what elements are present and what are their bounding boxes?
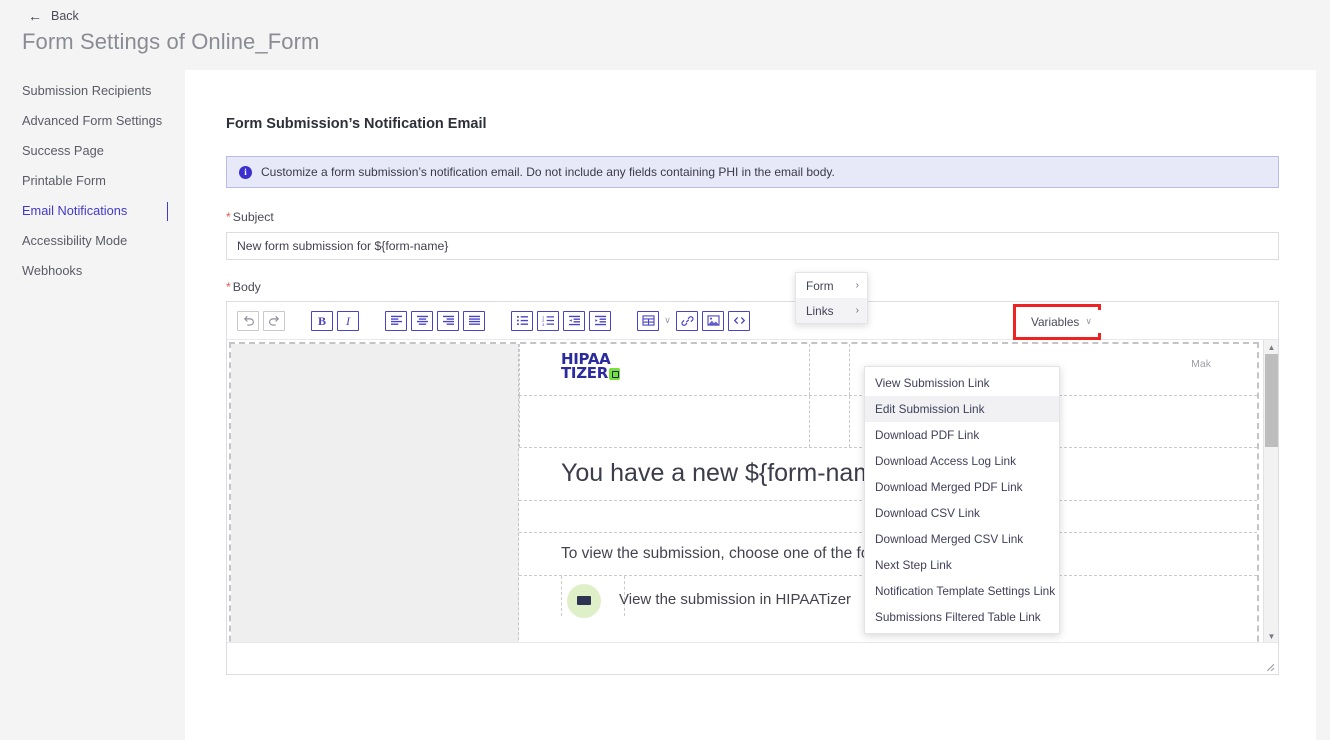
sidebar-item-submission-recipients[interactable]: Submission Recipients: [0, 76, 185, 106]
chevron-right-icon: ›: [856, 280, 859, 291]
links-menu-item-notification-template-settings-link[interactable]: Notification Template Settings Link: [865, 578, 1059, 604]
editor-status-bar: [227, 642, 1278, 674]
links-menu-item-submissions-filtered-table-link[interactable]: Submissions Filtered Table Link: [865, 604, 1059, 630]
links-menu-item-download-merged-pdf-link[interactable]: Download Merged PDF Link: [865, 474, 1059, 500]
links-menu-item-download-merged-csv-link[interactable]: Download Merged CSV Link: [865, 526, 1059, 552]
email-bullet-text: View the submission in HIPAATizer: [619, 591, 851, 608]
resize-handle[interactable]: [1264, 661, 1275, 672]
variables-button[interactable]: Variables ∨: [1022, 310, 1101, 333]
links-submenu: View Submission Link Edit Submission Lin…: [864, 366, 1060, 634]
view-icon: [577, 596, 591, 605]
scroll-down-icon[interactable]: ▼: [1264, 629, 1279, 643]
svg-text:3: 3: [542, 323, 544, 326]
chevron-right-icon: ›: [856, 305, 859, 316]
bold-glyph: B: [318, 315, 326, 327]
section-title: Form Submission’s Notification Email: [226, 116, 487, 132]
links-menu-item-next-step-link[interactable]: Next Step Link: [865, 552, 1059, 578]
page-header: ← Back Form Settings of Online_Form: [0, 0, 1330, 64]
hipaatizer-logo: HIPAA TIZER: [561, 352, 620, 380]
bullet-list-icon[interactable]: [511, 311, 533, 331]
variables-menu-item-links-label: Links: [806, 304, 834, 318]
scroll-up-icon[interactable]: ▲: [1264, 340, 1279, 354]
sidebar-item-success-page[interactable]: Success Page: [0, 136, 185, 166]
numbered-list-icon[interactable]: 123: [537, 311, 559, 331]
italic-icon[interactable]: I: [337, 311, 359, 331]
table-icon[interactable]: [637, 311, 659, 331]
back-arrow-icon: ←: [28, 9, 42, 23]
code-icon[interactable]: [728, 311, 750, 331]
body-label: *Body: [226, 280, 261, 294]
sidebar-item-advanced-form-settings[interactable]: Advanced Form Settings: [0, 106, 185, 136]
variables-menu-item-links[interactable]: Links ›: [796, 298, 867, 323]
outdent-icon[interactable]: [563, 311, 585, 331]
info-icon: i: [239, 166, 252, 179]
sidebar-item-webhooks[interactable]: Webhooks: [0, 256, 185, 286]
align-left-icon[interactable]: [385, 311, 407, 331]
variables-menu-item-form[interactable]: Form ›: [796, 273, 867, 298]
body-label-text: Body: [233, 280, 261, 294]
email-heading: You have a new ${form-name} submission: [561, 456, 1161, 490]
align-center-icon[interactable]: [411, 311, 433, 331]
italic-glyph: I: [346, 315, 350, 327]
sidebar-item-email-notifications[interactable]: Email Notifications: [0, 196, 185, 226]
editor-scrollbar[interactable]: ▲ ▼: [1263, 340, 1278, 643]
bold-icon[interactable]: B: [311, 311, 333, 331]
image-icon[interactable]: [702, 311, 724, 331]
info-banner: i Customize a form submission’s notifica…: [226, 156, 1279, 188]
lock-icon: [609, 368, 620, 380]
logo-line-2: TIZER: [561, 364, 608, 382]
subject-label-text: Subject: [233, 210, 274, 224]
links-menu-item-edit-submission-link[interactable]: Edit Submission Link: [865, 396, 1059, 422]
variables-button-label: Variables: [1031, 315, 1079, 329]
links-menu-item-download-access-log-link[interactable]: Download Access Log Link: [865, 448, 1059, 474]
body-rich-text-editor: B I: [226, 301, 1279, 675]
email-tagline: Mak: [1191, 358, 1211, 370]
align-justify-icon[interactable]: [463, 311, 485, 331]
chevron-down-icon: ∨: [1085, 316, 1092, 327]
settings-content-card: Form Submission’s Notification Email i C…: [185, 70, 1316, 740]
info-banner-text: Customize a form submission’s notificati…: [261, 165, 835, 179]
body-required-marker: *: [226, 280, 231, 294]
link-icon[interactable]: [676, 311, 698, 331]
email-left-spacer-column: [231, 344, 519, 643]
editor-toolbar: B I: [227, 302, 1278, 340]
table-chevron-down-icon[interactable]: ∨: [661, 311, 674, 331]
undo-icon[interactable]: [237, 311, 259, 331]
scrollbar-thumb[interactable]: [1265, 354, 1278, 447]
links-menu-item-download-pdf-link[interactable]: Download PDF Link: [865, 422, 1059, 448]
redo-icon[interactable]: [263, 311, 285, 331]
email-template-table: HIPAA TIZER Mak You have a new ${form-na…: [229, 342, 1259, 643]
variables-dropdown-menu: Form › Links ›: [795, 272, 868, 324]
settings-sidebar: Submission Recipients Advanced Form Sett…: [0, 64, 185, 740]
back-label: Back: [51, 9, 79, 23]
editor-canvas[interactable]: HIPAA TIZER Mak You have a new ${form-na…: [227, 340, 1278, 643]
links-menu-item-download-csv-link[interactable]: Download CSV Link: [865, 500, 1059, 526]
links-menu-item-view-submission-link[interactable]: View Submission Link: [865, 370, 1059, 396]
subject-input[interactable]: [226, 232, 1279, 260]
variables-menu-item-form-label: Form: [806, 279, 834, 293]
sidebar-item-accessibility-mode[interactable]: Accessibility Mode: [0, 226, 185, 256]
sidebar-item-printable-form[interactable]: Printable Form: [0, 166, 185, 196]
back-button[interactable]: ← Back: [28, 9, 79, 23]
page-title: Form Settings of Online_Form: [22, 29, 319, 55]
subject-label: *Subject: [226, 210, 274, 224]
align-right-icon[interactable]: [437, 311, 459, 331]
subject-required-marker: *: [226, 210, 231, 224]
indent-icon[interactable]: [589, 311, 611, 331]
